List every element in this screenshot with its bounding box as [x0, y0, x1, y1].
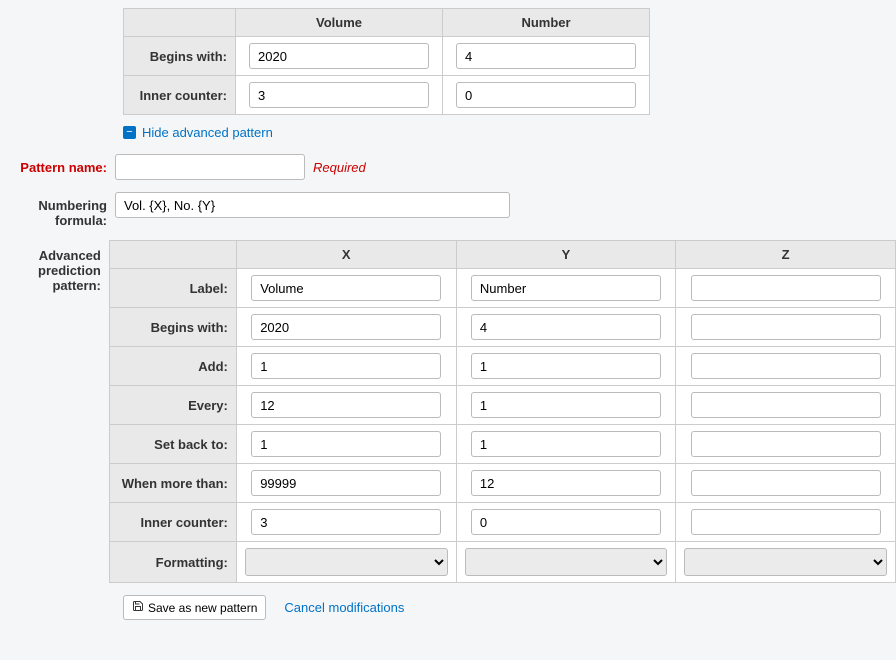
table-row: Label:: [109, 269, 895, 308]
inner-x-input[interactable]: [251, 509, 441, 535]
begins-with-volume-input[interactable]: [249, 43, 429, 69]
col-number: Number: [443, 9, 650, 37]
setback-y-input[interactable]: [471, 431, 661, 457]
row-label: Begins with:: [124, 37, 236, 76]
table-row: Every:: [109, 386, 895, 425]
col-x: X: [236, 241, 456, 269]
label-y-input[interactable]: [471, 275, 661, 301]
table-row: Begins with:: [109, 308, 895, 347]
save-icon: [132, 600, 144, 615]
row-label: Inner counter:: [124, 76, 236, 115]
whenmore-x-input[interactable]: [251, 470, 441, 496]
pattern-name-input[interactable]: [115, 154, 305, 180]
collapse-icon[interactable]: −: [123, 126, 136, 139]
save-as-new-pattern-button[interactable]: Save as new pattern: [123, 595, 266, 620]
formatting-y-select[interactable]: [465, 548, 668, 576]
whenmore-z-input[interactable]: [691, 470, 881, 496]
table-row: Inner counter:: [124, 76, 650, 115]
hide-advanced-link[interactable]: Hide advanced pattern: [142, 125, 273, 140]
table-row: Formatting:: [109, 542, 895, 583]
formatting-z-select[interactable]: [684, 548, 887, 576]
table-row: Add:: [109, 347, 895, 386]
table-row: Inner counter:: [109, 503, 895, 542]
inner-z-input[interactable]: [691, 509, 881, 535]
formatting-x-select[interactable]: [245, 548, 448, 576]
setback-x-input[interactable]: [251, 431, 441, 457]
numbering-formula-label: Numbering formula:: [0, 192, 115, 228]
label-x-input[interactable]: [251, 275, 441, 301]
add-y-input[interactable]: [471, 353, 661, 379]
add-x-input[interactable]: [251, 353, 441, 379]
inner-y-input[interactable]: [471, 509, 661, 535]
setback-z-input[interactable]: [691, 431, 881, 457]
advanced-pattern-label: Advanced prediction pattern:: [0, 240, 109, 293]
add-z-input[interactable]: [691, 353, 881, 379]
inner-counter-volume-input[interactable]: [249, 82, 429, 108]
table-row: When more than:: [109, 464, 895, 503]
begins-z-input[interactable]: [691, 314, 881, 340]
label-z-input[interactable]: [691, 275, 881, 301]
inner-counter-number-input[interactable]: [456, 82, 636, 108]
cancel-modifications-link[interactable]: Cancel modifications: [284, 600, 404, 615]
col-y: Y: [456, 241, 676, 269]
pattern-name-label: Pattern name:: [0, 154, 115, 175]
save-button-label: Save as new pattern: [148, 601, 257, 615]
numbering-formula-input[interactable]: [115, 192, 510, 218]
every-z-input[interactable]: [691, 392, 881, 418]
col-volume: Volume: [236, 9, 443, 37]
required-text: Required: [313, 160, 366, 175]
every-x-input[interactable]: [251, 392, 441, 418]
advanced-pattern-table: X Y Z Label: Begins with: Add:: [109, 240, 896, 583]
table-row: Set back to:: [109, 425, 895, 464]
begins-y-input[interactable]: [471, 314, 661, 340]
every-y-input[interactable]: [471, 392, 661, 418]
begins-x-input[interactable]: [251, 314, 441, 340]
table-row: Begins with:: [124, 37, 650, 76]
simple-pattern-table: Volume Number Begins with: Inner counter…: [123, 8, 650, 115]
whenmore-y-input[interactable]: [471, 470, 661, 496]
begins-with-number-input[interactable]: [456, 43, 636, 69]
col-z: Z: [676, 241, 896, 269]
